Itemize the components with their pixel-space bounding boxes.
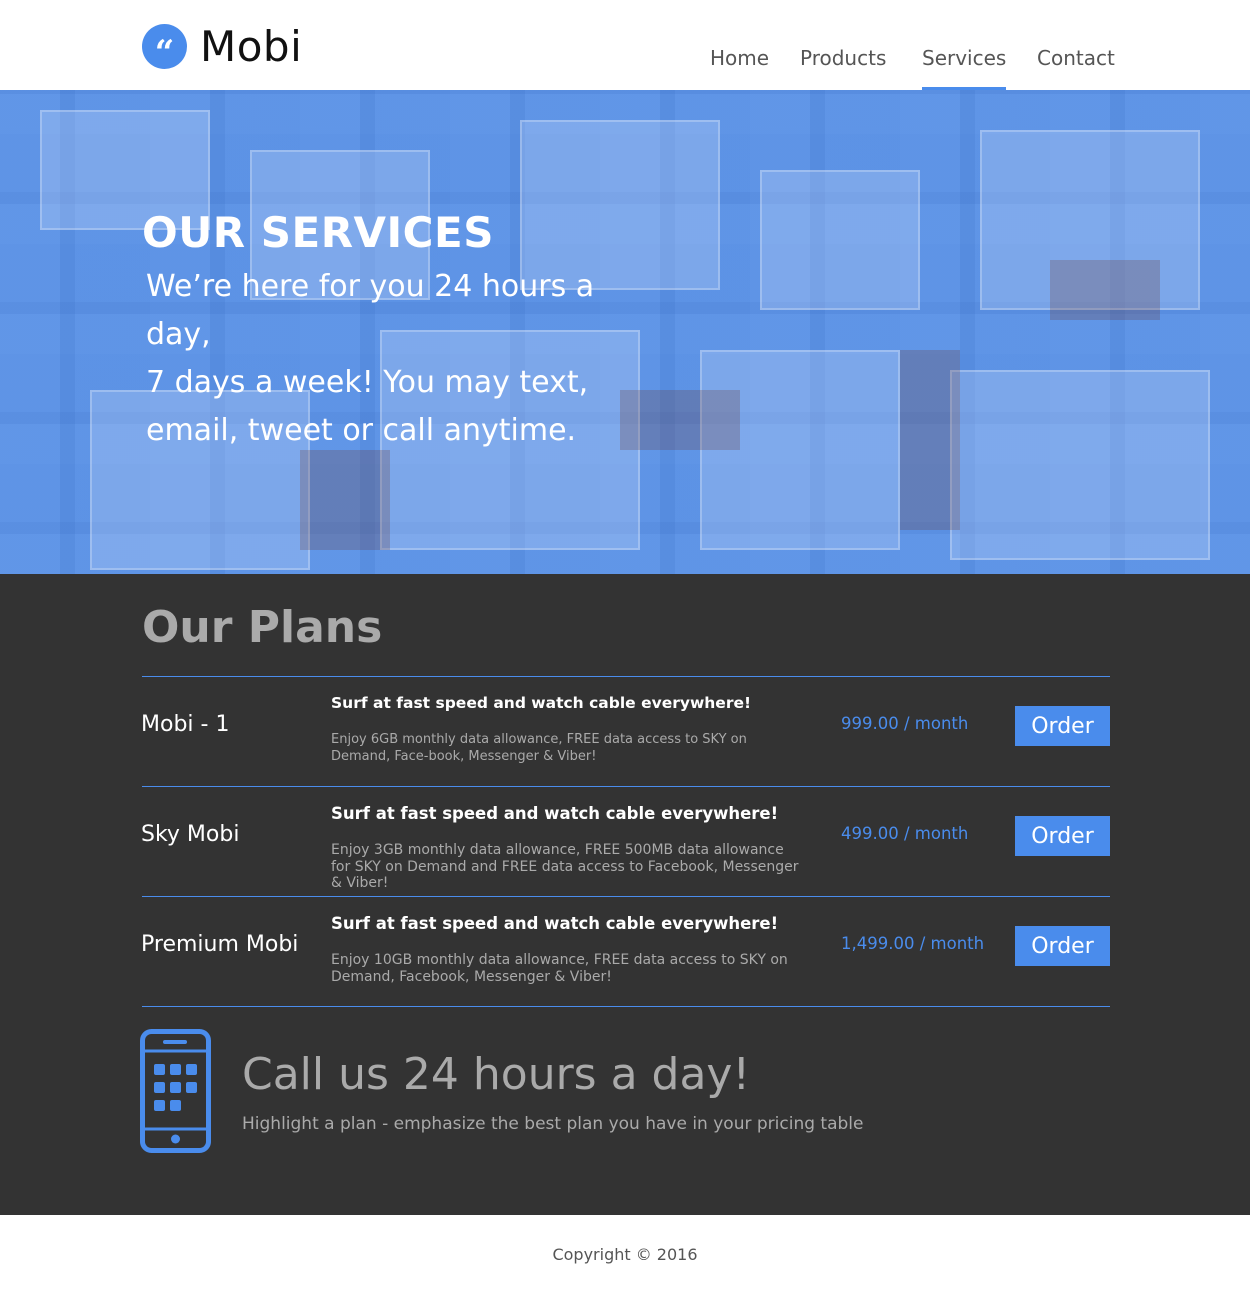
plan-description: Enjoy 6GB monthly data allowance, FREE d… bbox=[331, 732, 747, 764]
hero-title: OUR SERVICES bbox=[142, 208, 494, 257]
site-header: “ Mobi Home Products Services Contact bbox=[0, 0, 1250, 90]
plans-title: Our Plans bbox=[142, 602, 383, 653]
hero-line: email, tweet or call anytime. bbox=[146, 413, 577, 448]
plan-description: Enjoy 10GB monthly data allowance, FREE … bbox=[331, 952, 788, 985]
plan-name: Premium Mobi bbox=[141, 932, 299, 957]
call-subtitle: Highlight a plan - emphasize the best pl… bbox=[242, 1114, 864, 1134]
plan-name: Mobi - 1 bbox=[141, 712, 230, 737]
divider bbox=[142, 1006, 1110, 1007]
main-nav: Home Products Services Contact bbox=[0, 46, 1250, 90]
order-button[interactable]: Order bbox=[1015, 816, 1110, 856]
call-banner: Call us 24 hours a day! Highlight a plan… bbox=[0, 1029, 1250, 1159]
nav-home[interactable]: Home bbox=[710, 46, 769, 90]
plan-name: Sky Mobi bbox=[141, 822, 240, 847]
plans-section: Our Plans Mobi - 1 Surf at fast speed an… bbox=[0, 574, 1250, 1215]
hero-banner: OUR SERVICES We’re here for you 24 hours… bbox=[0, 90, 1250, 574]
order-button[interactable]: Order bbox=[1015, 706, 1110, 746]
plan-description: Enjoy 3GB monthly data allowance, FREE 5… bbox=[331, 842, 799, 891]
plan-price: 499.00 / month bbox=[841, 824, 969, 843]
plan-price: 1,499.00 / month bbox=[841, 934, 985, 953]
hero-line: We’re here for you 24 hours a day, bbox=[146, 269, 595, 352]
plan-price: 999.00 / month bbox=[841, 714, 969, 733]
plan-headline: Surf at fast speed and watch cable every… bbox=[331, 804, 779, 823]
nav-services[interactable]: Services bbox=[922, 46, 1007, 90]
copyright: Copyright © 2016 bbox=[552, 1245, 698, 1264]
plan-row: Sky Mobi Surf at fast speed and watch ca… bbox=[0, 786, 1250, 896]
plan-row: Premium Mobi Surf at fast speed and watc… bbox=[0, 896, 1250, 1006]
hero-line: 7 days a week! You may text, bbox=[146, 365, 589, 400]
plan-row: Mobi - 1 Surf at fast speed and watch ca… bbox=[0, 676, 1250, 786]
order-button[interactable]: Order bbox=[1015, 926, 1110, 966]
plan-headline: Surf at fast speed and watch cable every… bbox=[331, 694, 752, 712]
site-footer: Copyright © 2016 bbox=[0, 1215, 1250, 1303]
hero-text: We’re here for you 24 hours a day, 7 day… bbox=[146, 263, 666, 455]
nav-contact[interactable]: Contact bbox=[1037, 46, 1115, 90]
call-title: Call us 24 hours a day! bbox=[242, 1049, 751, 1100]
plan-headline: Surf at fast speed and watch cable every… bbox=[331, 914, 779, 933]
smartphone-icon bbox=[140, 1029, 211, 1153]
nav-products[interactable]: Products bbox=[800, 46, 886, 90]
